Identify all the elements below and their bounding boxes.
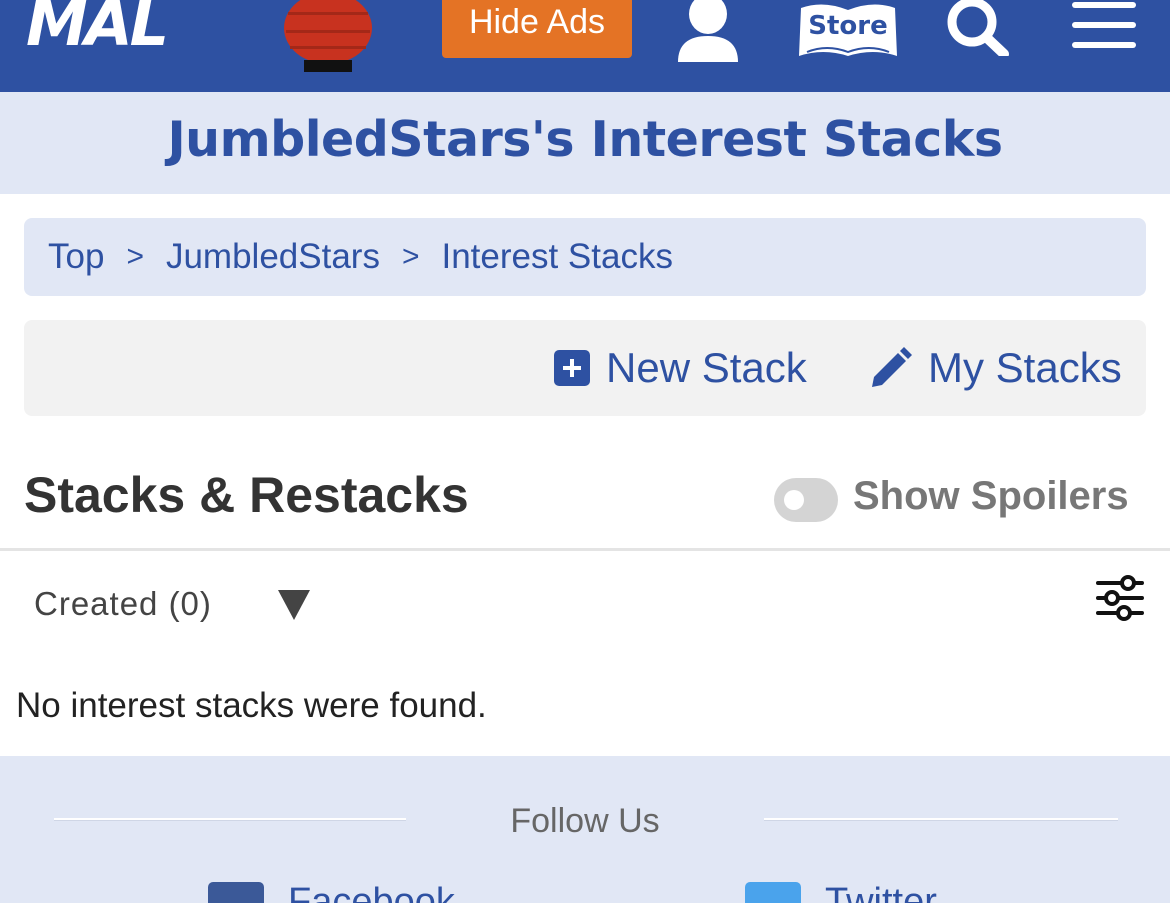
my-stacks-label: My Stacks: [928, 344, 1122, 391]
section-divider: [0, 548, 1170, 551]
empty-results-message: No interest stacks were found.: [16, 686, 487, 725]
show-spoilers-label[interactable]: Show Spoilers: [853, 474, 1129, 519]
breadcrumb-separator: >: [401, 240, 420, 273]
breadcrumb-separator: >: [126, 240, 144, 273]
follow-us-label: Follow Us: [510, 802, 660, 840]
twitter-link[interactable]: Twitter: [745, 882, 937, 903]
user-icon[interactable]: [676, 0, 740, 62]
breadcrumb-top[interactable]: Top: [48, 237, 104, 277]
page-header: JumbledStars's Interest Stacks: [0, 92, 1170, 194]
breadcrumb: Top > JumbledStars > Interest Stacks: [24, 218, 1146, 296]
store-label: Store: [808, 11, 887, 41]
breadcrumb-user[interactable]: JumbledStars: [166, 237, 380, 277]
facebook-link[interactable]: Facebook: [208, 882, 455, 903]
new-stack-button[interactable]: New Stack: [554, 320, 807, 416]
plus-square-icon: [554, 350, 590, 386]
breadcrumb-interest-stacks[interactable]: Interest Stacks: [441, 237, 672, 277]
toggle-knob: [784, 490, 804, 510]
facebook-label: Facebook: [288, 881, 455, 903]
twitter-icon: [745, 882, 801, 903]
store-icon[interactable]: Store: [797, 0, 899, 58]
page-title: JumbledStars's Interest Stacks: [167, 111, 1003, 168]
my-stacks-button[interactable]: My Stacks: [870, 320, 1122, 416]
action-bar: New Stack My Stacks: [24, 320, 1146, 416]
top-nav-bar: MAL Hide Ads Store: [0, 0, 1170, 92]
twitter-label: Twitter: [825, 881, 937, 903]
caret-down-icon[interactable]: [278, 590, 310, 620]
section-title: Stacks & Restacks: [24, 467, 469, 523]
sliders-icon[interactable]: [1094, 574, 1146, 622]
pencil-icon: [872, 347, 912, 387]
mal-logo[interactable]: MAL: [26, 0, 169, 62]
hide-ads-button[interactable]: Hide Ads: [442, 0, 632, 58]
new-stack-label: New Stack: [606, 344, 807, 391]
facebook-icon: [208, 882, 264, 903]
lantern-icon: [284, 0, 372, 72]
menu-icon[interactable]: [1072, 0, 1136, 52]
stack-filter-select[interactable]: Created (0): [34, 585, 212, 623]
show-spoilers-toggle[interactable]: [774, 478, 838, 522]
search-icon[interactable]: [944, 0, 1010, 56]
